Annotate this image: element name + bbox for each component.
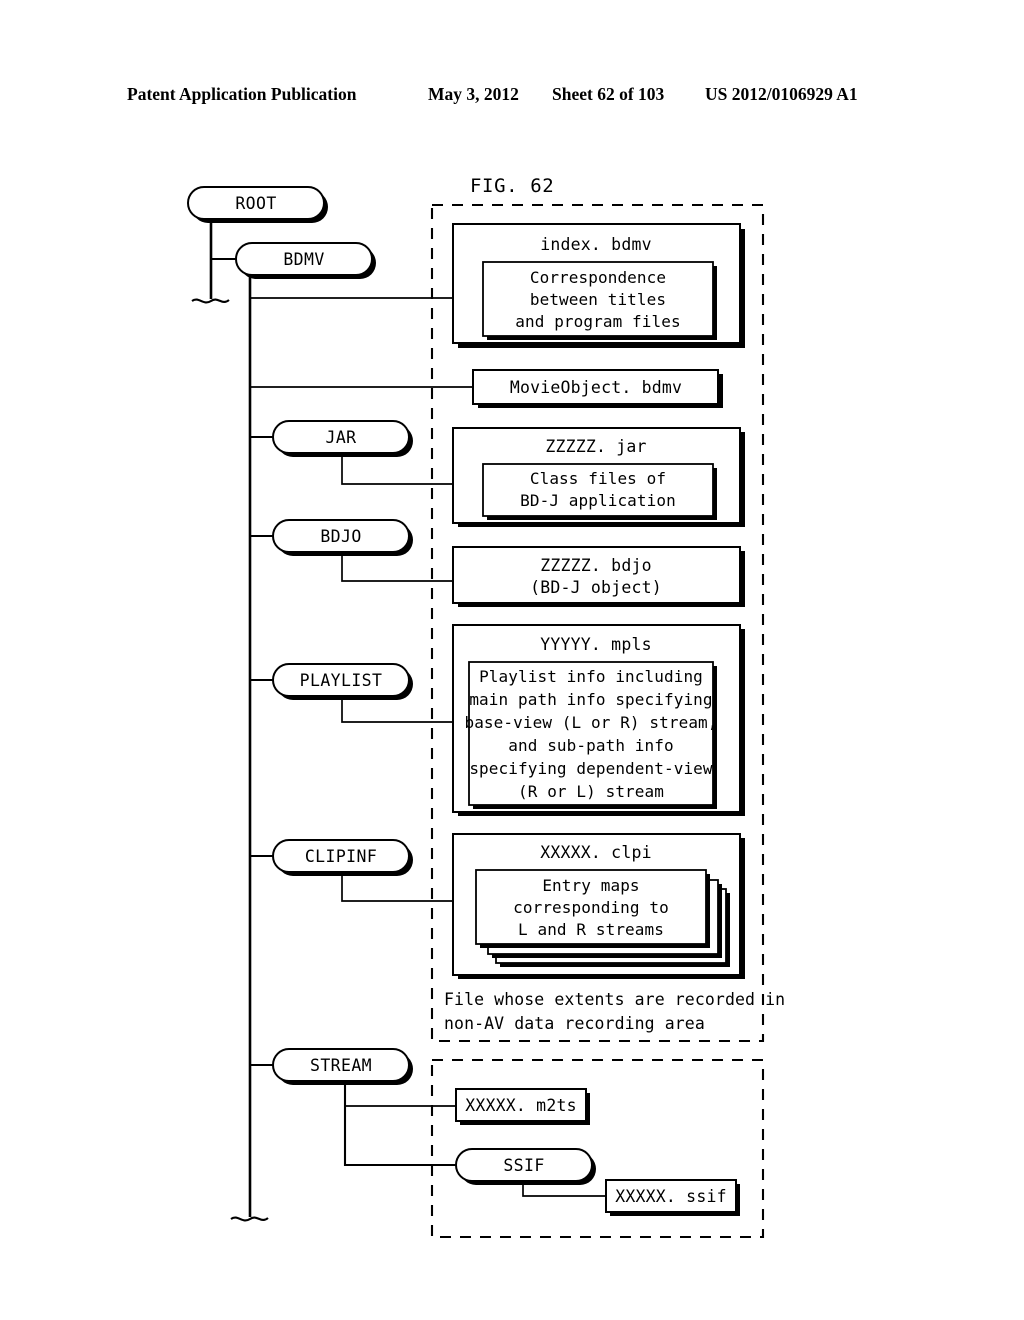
file-xxxxx-m2ts-name: XXXXX. m2ts (465, 1096, 576, 1115)
node-stream[interactable]: STREAM (272, 1048, 413, 1085)
node-stream-label: STREAM (310, 1056, 372, 1075)
file-zzzzz-jar-body-2: BD-J application (520, 491, 676, 510)
node-bdjo[interactable]: BDJO (272, 519, 413, 556)
file-yyyyy-mpls: YYYYY. mpls Playlist info including main… (452, 624, 745, 816)
file-yyyyy-mpls-body-3: base-view (L or R) stream, (464, 713, 717, 732)
file-index-bdmv-body-3: and program files (515, 312, 680, 331)
node-ssif[interactable]: SSIF (455, 1148, 596, 1185)
file-zzzzz-bdjo: ZZZZZ. bdjo (BD-J object) (452, 546, 745, 607)
file-index-bdmv-body-2: between titles (530, 290, 666, 309)
node-jar-label: JAR (325, 428, 356, 447)
patent-page: Patent Application Publication May 3, 20… (0, 0, 1024, 1320)
node-jar[interactable]: JAR (272, 420, 413, 457)
file-yyyyy-mpls-name: YYYYY. mpls (540, 635, 651, 654)
file-yyyyy-mpls-body-6: (R or L) stream (518, 782, 664, 801)
node-root[interactable]: ROOT (187, 186, 328, 223)
node-playlist[interactable]: PLAYLIST (272, 663, 413, 700)
figure-label: FIG. 62 (462, 172, 572, 200)
figure-62-diagram: FIG. 62 ROOT BDMV index. bdmv Correspond… (187, 172, 785, 1239)
file-movieobject-bdmv-name: MovieObject. bdmv (510, 378, 682, 397)
file-xxxxx-clpi-body-1: Entry maps (542, 876, 639, 895)
file-zzzzz-bdjo-name-1: ZZZZZ. bdjo (540, 556, 651, 575)
file-xxxxx-m2ts: XXXXX. m2ts (455, 1088, 590, 1125)
node-bdmv-label: BDMV (283, 250, 324, 269)
file-xxxxx-ssif: XXXXX. ssif (605, 1179, 740, 1216)
file-yyyyy-mpls-body-2: main path info specifying (469, 690, 712, 709)
node-clipinf[interactable]: CLIPINF (272, 839, 413, 876)
file-zzzzz-jar-name: ZZZZZ. jar (545, 437, 646, 456)
file-movieobject-bdmv: MovieObject. bdmv (472, 369, 723, 408)
file-zzzzz-jar: ZZZZZ. jar Class files of BD-J applicati… (452, 427, 745, 527)
figure-label-text: FIG. 62 (470, 175, 554, 197)
file-index-bdmv-name: index. bdmv (540, 235, 651, 254)
file-zzzzz-jar-body-1: Class files of (530, 469, 666, 488)
node-bdjo-label: BDJO (320, 527, 361, 546)
file-xxxxx-clpi: XXXXX. clpi Entry maps corresponding to … (452, 833, 745, 979)
file-index-bdmv-body-1: Correspondence (530, 268, 666, 287)
file-xxxxx-clpi-body-2: corresponding to (513, 898, 669, 917)
node-bdmv[interactable]: BDMV (235, 242, 376, 279)
file-xxxxx-clpi-name: XXXXX. clpi (540, 843, 651, 862)
node-root-label: ROOT (235, 194, 276, 213)
node-ssif-label: SSIF (503, 1156, 544, 1175)
non-av-region-caption-2: non-AV data recording area (444, 1014, 705, 1033)
file-yyyyy-mpls-body-5: specifying dependent-view (469, 759, 713, 778)
file-yyyyy-mpls-body-4: and sub-path info (508, 736, 673, 755)
file-xxxxx-clpi-body-3: L and R streams (518, 920, 664, 939)
file-index-bdmv: index. bdmv Correspondence between title… (452, 223, 745, 348)
file-yyyyy-mpls-body-1: Playlist info including (479, 667, 703, 686)
node-clipinf-label: CLIPINF (305, 847, 377, 866)
non-av-region-caption: File whose extents are recorded in non-A… (444, 990, 785, 1033)
node-playlist-label: PLAYLIST (300, 671, 383, 690)
non-av-region-caption-1: File whose extents are recorded in (444, 990, 785, 1009)
file-xxxxx-ssif-name: XXXXX. ssif (615, 1187, 726, 1206)
file-zzzzz-bdjo-name-2: (BD-J object) (530, 578, 662, 597)
